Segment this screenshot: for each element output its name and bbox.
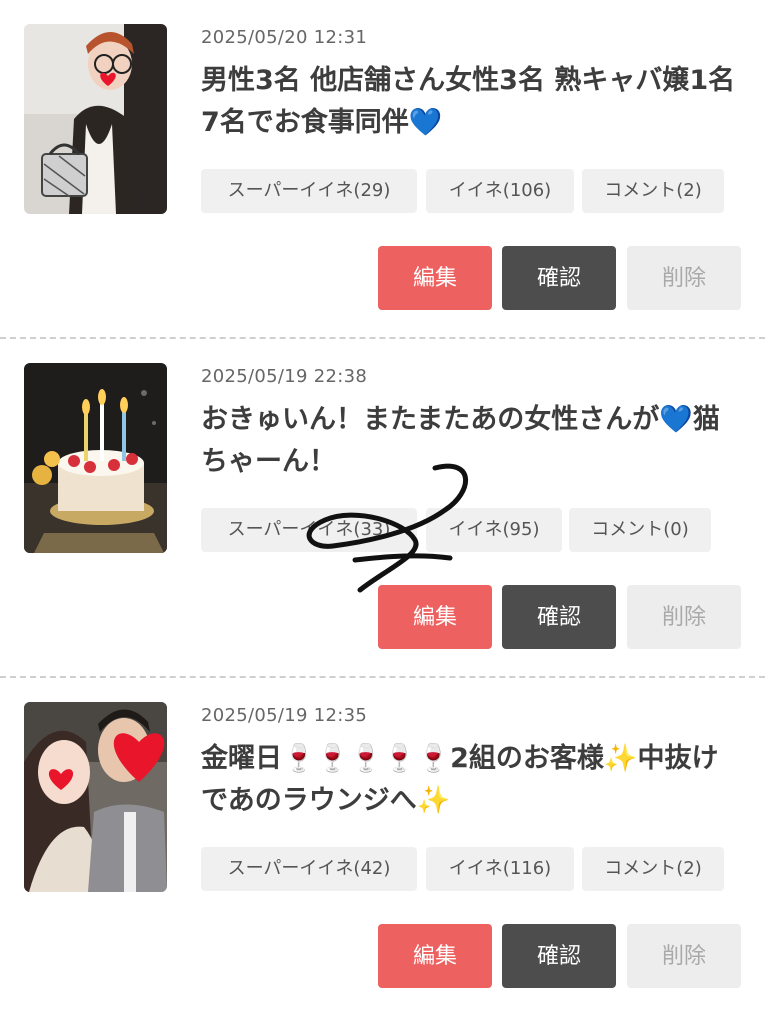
post-title: 男性3名 他店舗さん女性3名 熟キャバ嬢1名 7名でお食事同伴💙 — [201, 65, 736, 138]
delete-button[interactable]: 削除 — [627, 585, 741, 649]
post-card: 2025/05/19 22:38 おきゅいん！またまたあの女性さんが💙猫ちゃーん… — [0, 339, 765, 678]
comment-chip[interactable]: コメント(2) — [582, 847, 724, 891]
sparkles-icon: ✨ — [603, 743, 638, 774]
post-thumbnail[interactable] — [24, 24, 167, 214]
like-chip[interactable]: イイネ(116) — [426, 847, 574, 891]
post-thumbnail[interactable] — [24, 702, 167, 892]
photo-woman-handbag — [24, 24, 167, 214]
photo-couple — [24, 702, 167, 892]
post-date: 2025/05/19 22:38 — [201, 366, 368, 387]
comment-chip[interactable]: コメント(0) — [569, 508, 711, 552]
confirm-button[interactable]: 確認 — [502, 585, 616, 649]
confirm-button[interactable]: 確認 — [502, 246, 616, 310]
post-title: おきゅいん！またまたあの女性さんが💙猫ちゃーん！ — [201, 404, 720, 477]
delete-button[interactable]: 削除 — [627, 246, 741, 310]
super-like-chip[interactable]: スーパーイイネ(42) — [201, 847, 417, 891]
like-chip[interactable]: イイネ(95) — [426, 508, 562, 552]
post-card: 2025/05/19 12:35 金曜日🍷🍷🍷🍷🍷2組のお客様✨中抜けであのラウ… — [0, 678, 765, 1017]
post-thumbnail[interactable] — [24, 363, 167, 553]
like-chip[interactable]: イイネ(106) — [426, 169, 574, 213]
post-date: 2025/05/19 12:35 — [201, 705, 368, 726]
post-title: 金曜日🍷🍷🍷🍷🍷2組のお客様✨中抜けであのラウンジへ✨ — [201, 743, 719, 816]
post-card: 2025/05/20 12:31 男性3名 他店舗さん女性3名 熟キャバ嬢1名 … — [0, 0, 765, 339]
comment-chip[interactable]: コメント(2) — [582, 169, 724, 213]
wine-glass-icon: 🍷🍷🍷🍷🍷 — [282, 743, 451, 774]
photo-birthday-cake — [24, 363, 167, 553]
delete-button[interactable]: 削除 — [627, 924, 741, 988]
post-date: 2025/05/20 12:31 — [201, 27, 368, 48]
edit-button[interactable]: 編集 — [378, 246, 492, 310]
edit-button[interactable]: 編集 — [378, 585, 492, 649]
sparkles-icon: ✨ — [416, 785, 451, 816]
blue-heart-icon: 💙 — [659, 404, 693, 435]
super-like-chip[interactable]: スーパーイイネ(29) — [201, 169, 417, 213]
blue-heart-icon: 💙 — [408, 107, 443, 138]
edit-button[interactable]: 編集 — [378, 924, 492, 988]
confirm-button[interactable]: 確認 — [502, 924, 616, 988]
super-like-chip[interactable]: スーパーイイネ(33) — [201, 508, 417, 552]
